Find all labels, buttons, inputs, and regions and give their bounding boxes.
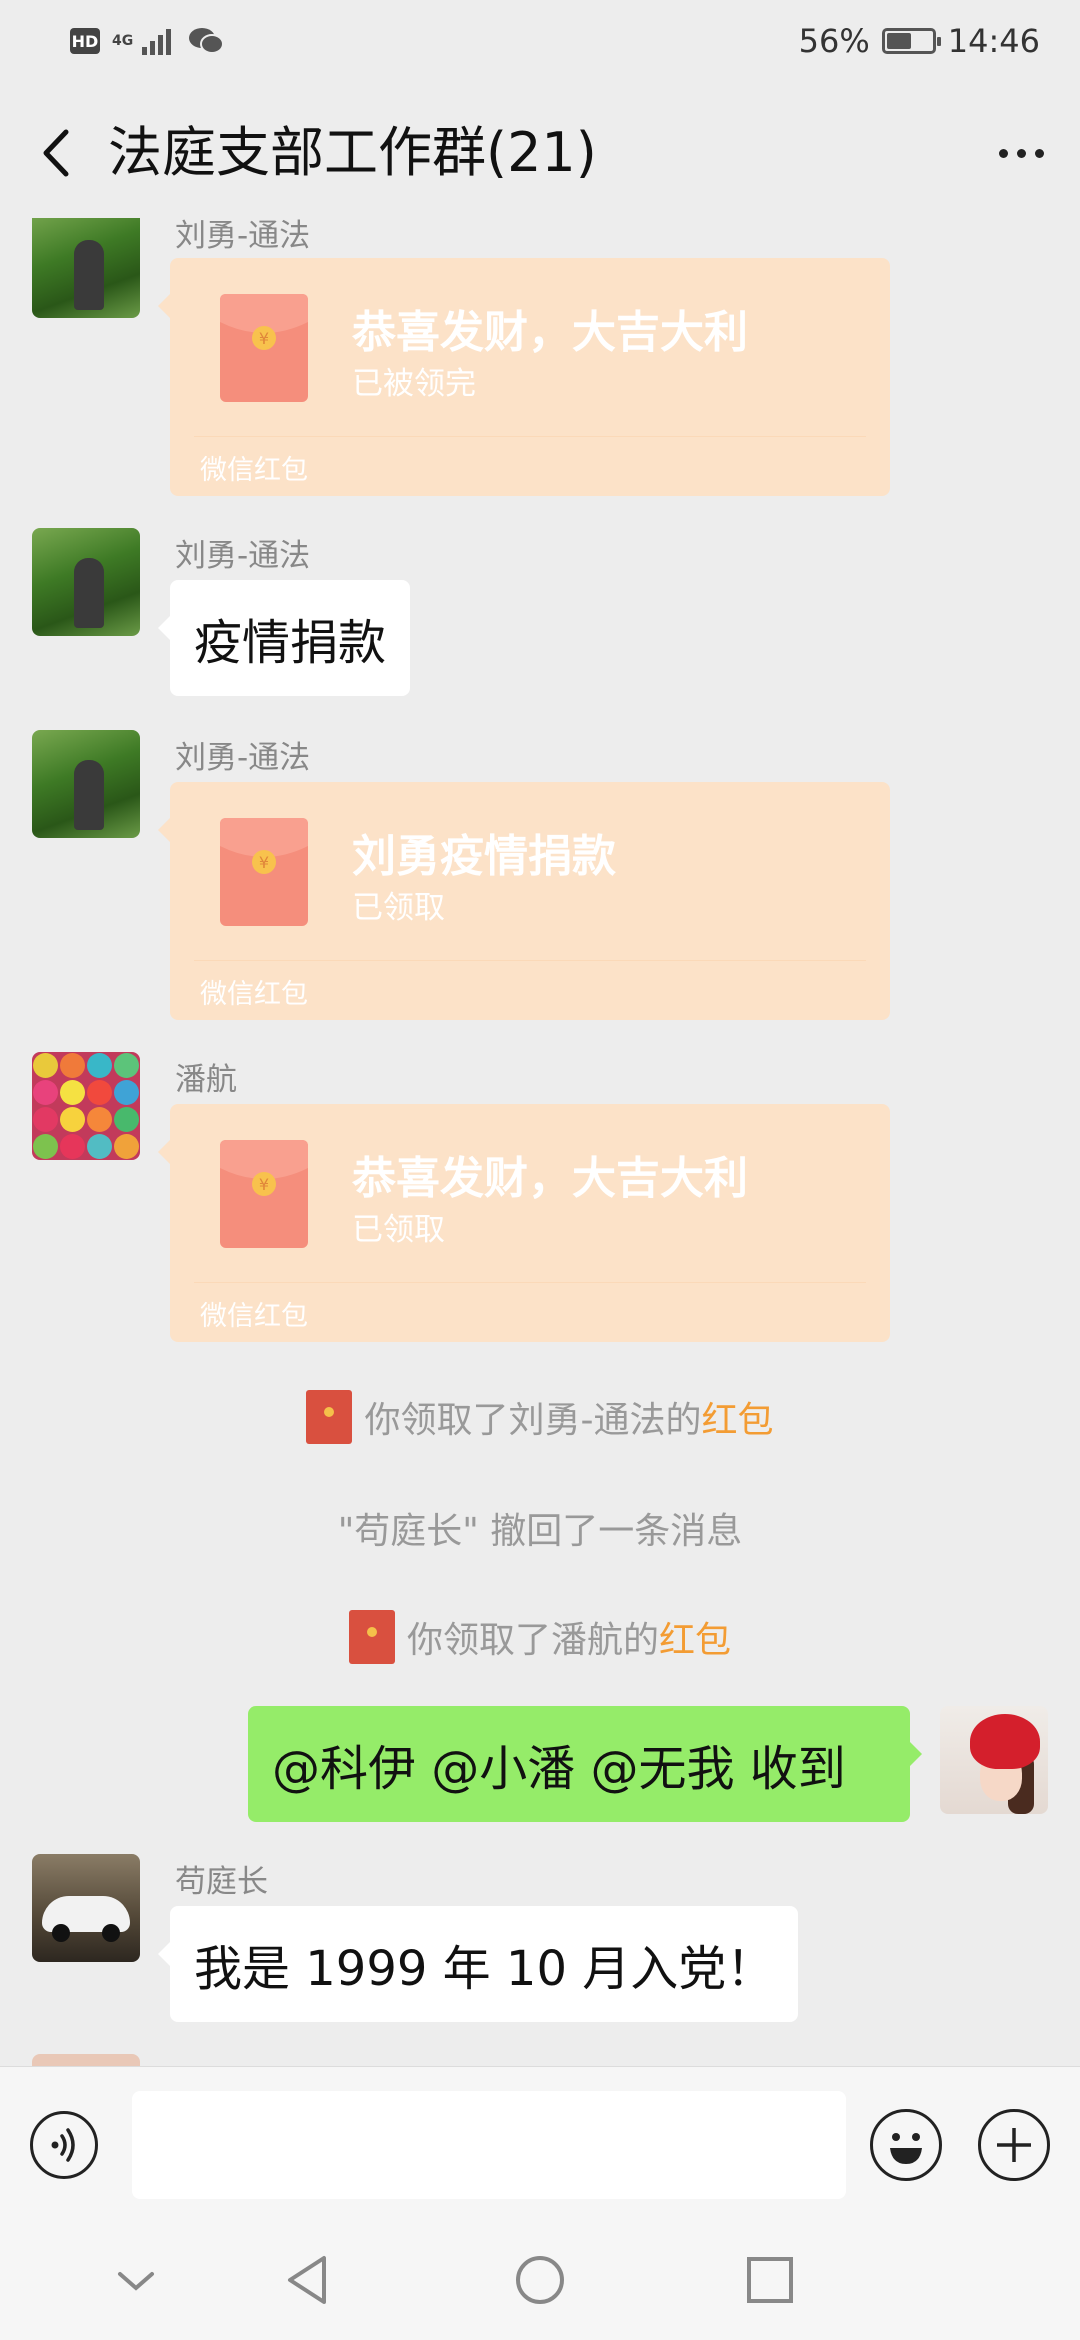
more-button[interactable] xyxy=(986,128,1056,178)
redpacket-icon: ¥ xyxy=(220,294,308,402)
nav-back-icon[interactable] xyxy=(280,2250,340,2310)
clock: 14:46 xyxy=(947,22,1040,60)
nav-home-icon[interactable] xyxy=(510,2250,570,2310)
chat-header: 法庭支部工作群(21) xyxy=(0,88,1080,218)
redpacket-message[interactable]: ¥ 恭喜发财，大吉大利 已被领完 微信红包 xyxy=(158,258,890,496)
message-list[interactable]: 刘勇-通法 ¥ 恭喜发财，大吉大利 已被领完 微信红包 刘勇-通法 疫情捐款 刘… xyxy=(0,218,1080,2066)
svg-text:¥: ¥ xyxy=(259,329,269,348)
redpacket-link[interactable]: 红包 xyxy=(701,1391,773,1443)
redpacket-small-icon xyxy=(348,1610,395,1664)
system-message: 你领取了潘航的 红包 xyxy=(0,1610,1080,1664)
system-text: 你领取了潘航的 xyxy=(406,1620,659,1661)
system-navigation-bar xyxy=(0,2216,1080,2340)
wechat-notification-icon xyxy=(189,28,224,54)
signal-icon xyxy=(142,29,171,55)
my-text-message[interactable]: @科伊 @小潘 @无我 收到 xyxy=(248,1706,922,1822)
status-bar: HD 4G 56% 14:46 xyxy=(0,0,1080,88)
voice-icon xyxy=(51,2128,75,2162)
voice-button[interactable] xyxy=(30,2111,98,2179)
input-bar xyxy=(0,2066,1080,2217)
sender-name: 刘勇-通法 xyxy=(175,218,311,254)
avatar-panhang[interactable] xyxy=(32,1052,140,1160)
hide-keyboard-icon[interactable] xyxy=(106,2250,166,2310)
back-arrow-icon xyxy=(43,129,69,177)
hd-badge: HD xyxy=(70,28,100,54)
redpacket-footer: 微信红包 xyxy=(200,979,308,1010)
avatar-liuyong[interactable] xyxy=(32,218,140,318)
redpacket-status: 已被领完 xyxy=(352,366,476,402)
redpacket-footer: 微信红包 xyxy=(200,1301,308,1332)
avatar-gouting[interactable] xyxy=(32,1854,140,1962)
redpacket-icon: ¥ xyxy=(220,818,308,926)
sender-name: 刘勇-通法 xyxy=(175,740,311,776)
redpacket-small-icon xyxy=(306,1390,353,1444)
redpacket-title: 恭喜发财，大吉大利 xyxy=(352,1153,748,1204)
status-right: 56% 14:46 xyxy=(799,22,1040,60)
emoji-icon xyxy=(890,2133,922,2164)
plus-icon xyxy=(997,2128,1031,2162)
network-type: 4G xyxy=(112,32,134,49)
redpacket-message[interactable]: ¥ 刘勇疫情捐款 已领取 微信红包 xyxy=(158,782,890,1020)
more-icon xyxy=(998,148,1008,158)
avatar-next[interactable] xyxy=(32,2054,140,2066)
sender-name: 潘航 xyxy=(175,1062,237,1098)
back-button[interactable] xyxy=(28,118,88,188)
battery-fill xyxy=(886,33,912,49)
battery-percent: 56% xyxy=(798,22,870,60)
redpacket-divider xyxy=(194,1282,866,1283)
svg-text:¥: ¥ xyxy=(259,853,269,872)
svg-text:¥: ¥ xyxy=(259,1175,269,1194)
nav-recents-icon[interactable] xyxy=(740,2250,800,2310)
system-message: 你领取了刘勇-通法的 红包 xyxy=(0,1390,1080,1444)
redpacket-status: 已领取 xyxy=(352,1212,445,1248)
system-message: "苟庭长" 撤回了一条消息 xyxy=(0,1502,1080,1554)
redpacket-footer: 微信红包 xyxy=(200,455,308,486)
avatar-liuyong[interactable] xyxy=(32,528,140,636)
avatar-me[interactable] xyxy=(940,1706,1048,1814)
sender-name: 刘勇-通法 xyxy=(175,538,311,574)
message-input[interactable] xyxy=(132,2091,846,2199)
emoji-button[interactable] xyxy=(870,2109,942,2181)
redpacket-icon: ¥ xyxy=(220,1140,308,1248)
battery-icon xyxy=(881,28,941,54)
redpacket-link[interactable]: 红包 xyxy=(659,1611,731,1663)
redpacket-title: 刘勇疫情捐款 xyxy=(352,831,616,882)
redpacket-divider xyxy=(194,436,866,437)
text-message[interactable]: 我是 1999 年 10 月入党！ xyxy=(157,1906,799,2022)
redpacket-divider xyxy=(194,960,866,961)
more-functions-button[interactable] xyxy=(978,2109,1050,2181)
avatar-liuyong[interactable] xyxy=(32,730,140,838)
recall-notice: "苟庭长" 撤回了一条消息 xyxy=(337,1511,743,1552)
system-text: 你领取了刘勇-通法的 xyxy=(364,1400,702,1441)
status-left: HD 4G xyxy=(70,26,224,56)
chat-title: 法庭支部工作群(21) xyxy=(108,121,597,184)
sender-name: 苟庭长 xyxy=(175,1864,268,1900)
redpacket-title: 恭喜发财，大吉大利 xyxy=(352,307,748,358)
text-message[interactable]: 疫情捐款 xyxy=(157,580,411,696)
redpacket-status: 已领取 xyxy=(352,890,445,926)
redpacket-message[interactable]: ¥ 恭喜发财，大吉大利 已领取 微信红包 xyxy=(158,1104,890,1342)
